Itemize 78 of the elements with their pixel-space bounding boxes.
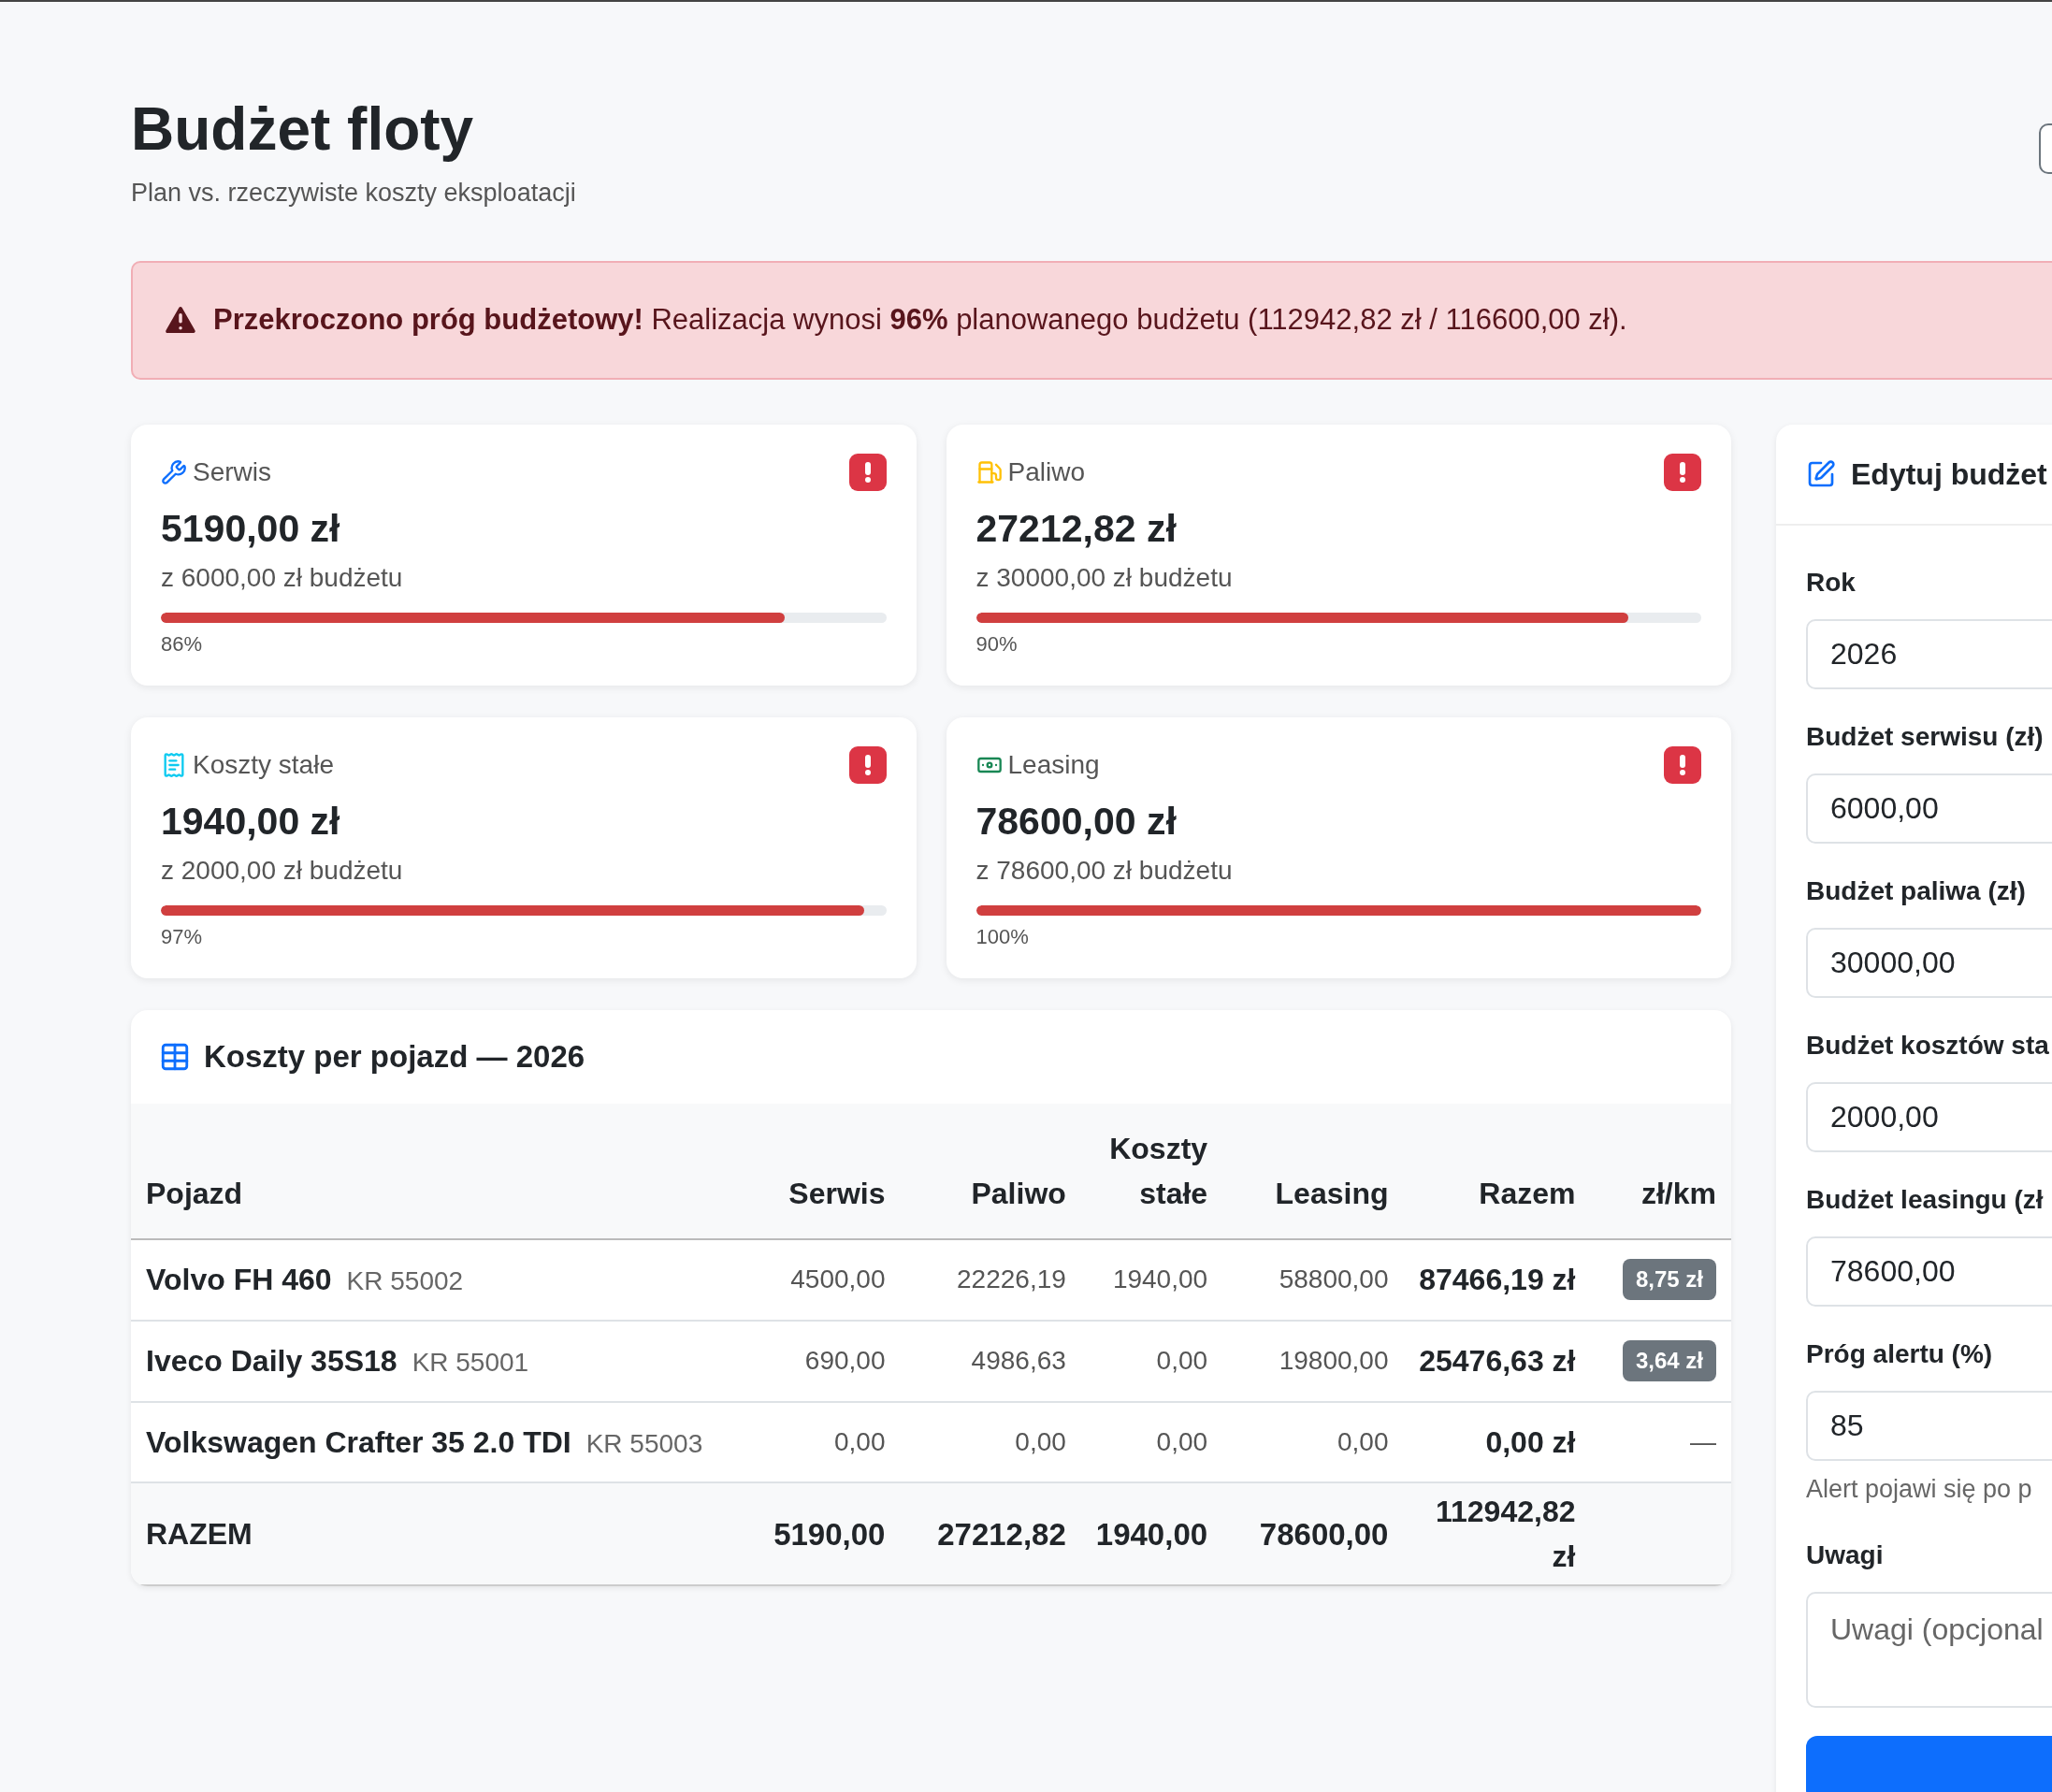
cost-cell: 1940,00 [1080, 1239, 1223, 1321]
footer-total: 112942,82 zł [1403, 1482, 1591, 1586]
cost-cell: 0,00 [739, 1401, 901, 1483]
fuel-pump-icon [975, 458, 1003, 485]
card-label: Leasing [1007, 748, 1100, 781]
plate-number: KR 55003 [585, 1427, 703, 1460]
input-field[interactable]: 78600,00 [1806, 1236, 2052, 1307]
card-amount: 78600,00 zł [975, 798, 1178, 845]
plate-number: KR 55002 [346, 1265, 464, 1297]
field-label: Budżet leasingu (zł [1806, 1183, 2045, 1216]
input-field[interactable]: 30000,00 [1806, 927, 2052, 998]
card-budget: z 30000,00 zł budżetu [975, 561, 1234, 594]
card-percent: 90% [975, 630, 1019, 658]
column-header: Paliwo [900, 1104, 1081, 1239]
input-field[interactable]: 2026 [1806, 618, 2052, 689]
card-percent: 100% [975, 924, 1030, 950]
total-cell: 87466,19 zł [1403, 1239, 1591, 1321]
panel-title: Edytuj budżet [1851, 455, 2047, 493]
cost-cell: 4986,63 [900, 1320, 1081, 1402]
card-budget: z 2000,00 zł budżetu [161, 855, 404, 887]
wrench-icon [161, 458, 187, 485]
card-percent: 97% [161, 924, 204, 950]
vehicle-name: Volvo FH 460 [146, 1262, 332, 1298]
receipt-icon [161, 751, 187, 778]
total-cell: 25476,63 zł [1403, 1320, 1591, 1402]
cost-per-km-empty: — [1690, 1427, 1716, 1456]
cost-cell: 19800,00 [1222, 1320, 1404, 1402]
cost-cell: 0,00 [1222, 1401, 1404, 1483]
field-label: Próg alertu (%) [1806, 1337, 1994, 1370]
page-title: Budżet floty [131, 94, 475, 165]
table-title: Koszty per pojazd — 2026 [204, 1038, 585, 1077]
cost-cell: 0,00 [1080, 1401, 1223, 1483]
field-hint: Alert pojawi się po p [1806, 1473, 2033, 1505]
total-cell: 0,00 zł [1403, 1401, 1591, 1483]
card-label: Koszty stałe [193, 748, 334, 781]
card-label: Serwis [193, 455, 271, 488]
input-field[interactable]: 85 [1806, 1390, 2052, 1461]
alert-message: Przekroczono próg budżetowy! Realizacja wynosi 96% planowanego budżetu (112942,82 zł / 116600,00 zł). [213, 301, 1627, 338]
field-label: Budżet serwisu (zł) [1806, 720, 2045, 753]
card-label: Paliwo [1007, 455, 1085, 488]
card-amount: 5190,00 zł [161, 505, 341, 552]
column-header: Leasing [1222, 1104, 1404, 1239]
card-percent: 86% [161, 630, 204, 658]
input-field[interactable]: 2000,00 [1806, 1081, 2052, 1152]
cost-cell: 58800,00 [1222, 1239, 1404, 1321]
input-field[interactable]: 6000,00 [1806, 773, 2052, 844]
card-amount: 1940,00 zł [161, 798, 341, 845]
cost-per-km-badge: 8,75 zł [1622, 1259, 1716, 1301]
cost-cell: 22226,19 [900, 1239, 1081, 1321]
footer-label: RAZEM [131, 1482, 739, 1586]
field-label: Rok [1806, 566, 1857, 599]
column-header: Razem [1403, 1104, 1591, 1239]
table-icon [159, 1041, 191, 1073]
edit-icon [1806, 458, 1836, 489]
card-budget: z 78600,00 zł budżetu [975, 855, 1234, 887]
footer-cell: 27212,82 [900, 1482, 1081, 1586]
cost-cell: 4500,00 [739, 1239, 901, 1321]
column-header: Pojazd [131, 1104, 739, 1239]
footer-cell: 5190,00 [739, 1482, 901, 1586]
card-budget: z 6000,00 zł budżetu [161, 561, 404, 594]
notes-field[interactable]: Uwagi (opcjonal [1806, 1592, 2052, 1708]
column-header: zł/km [1590, 1104, 1731, 1239]
footer-cell: 78600,00 [1222, 1482, 1404, 1586]
field-label: Budżet paliwa (zł) [1806, 874, 2027, 907]
cost-per-km-badge: 3,64 zł [1622, 1340, 1716, 1382]
vehicle-name: Iveco Daily 35S18 [146, 1342, 397, 1380]
vehicle-name: Volkswagen Crafter 35 2.0 TDI [146, 1423, 571, 1461]
footer-cell: 1940,00 [1080, 1482, 1223, 1586]
cost-cell: 690,00 [739, 1320, 901, 1402]
column-header: Koszty stałe [1080, 1104, 1223, 1239]
cost-cell: 0,00 [1080, 1320, 1223, 1402]
card-amount: 27212,82 zł [975, 505, 1178, 552]
cost-cell: 0,00 [900, 1401, 1081, 1483]
plate-number: KR 55001 [412, 1346, 529, 1379]
field-label: Budżet kosztów sta [1806, 1029, 2050, 1062]
column-header: Serwis [739, 1104, 901, 1239]
field-label: Uwagi [1806, 1539, 1885, 1571]
page-subtitle: Plan vs. rzeczywiste koszty eksploatacji [131, 178, 576, 209]
